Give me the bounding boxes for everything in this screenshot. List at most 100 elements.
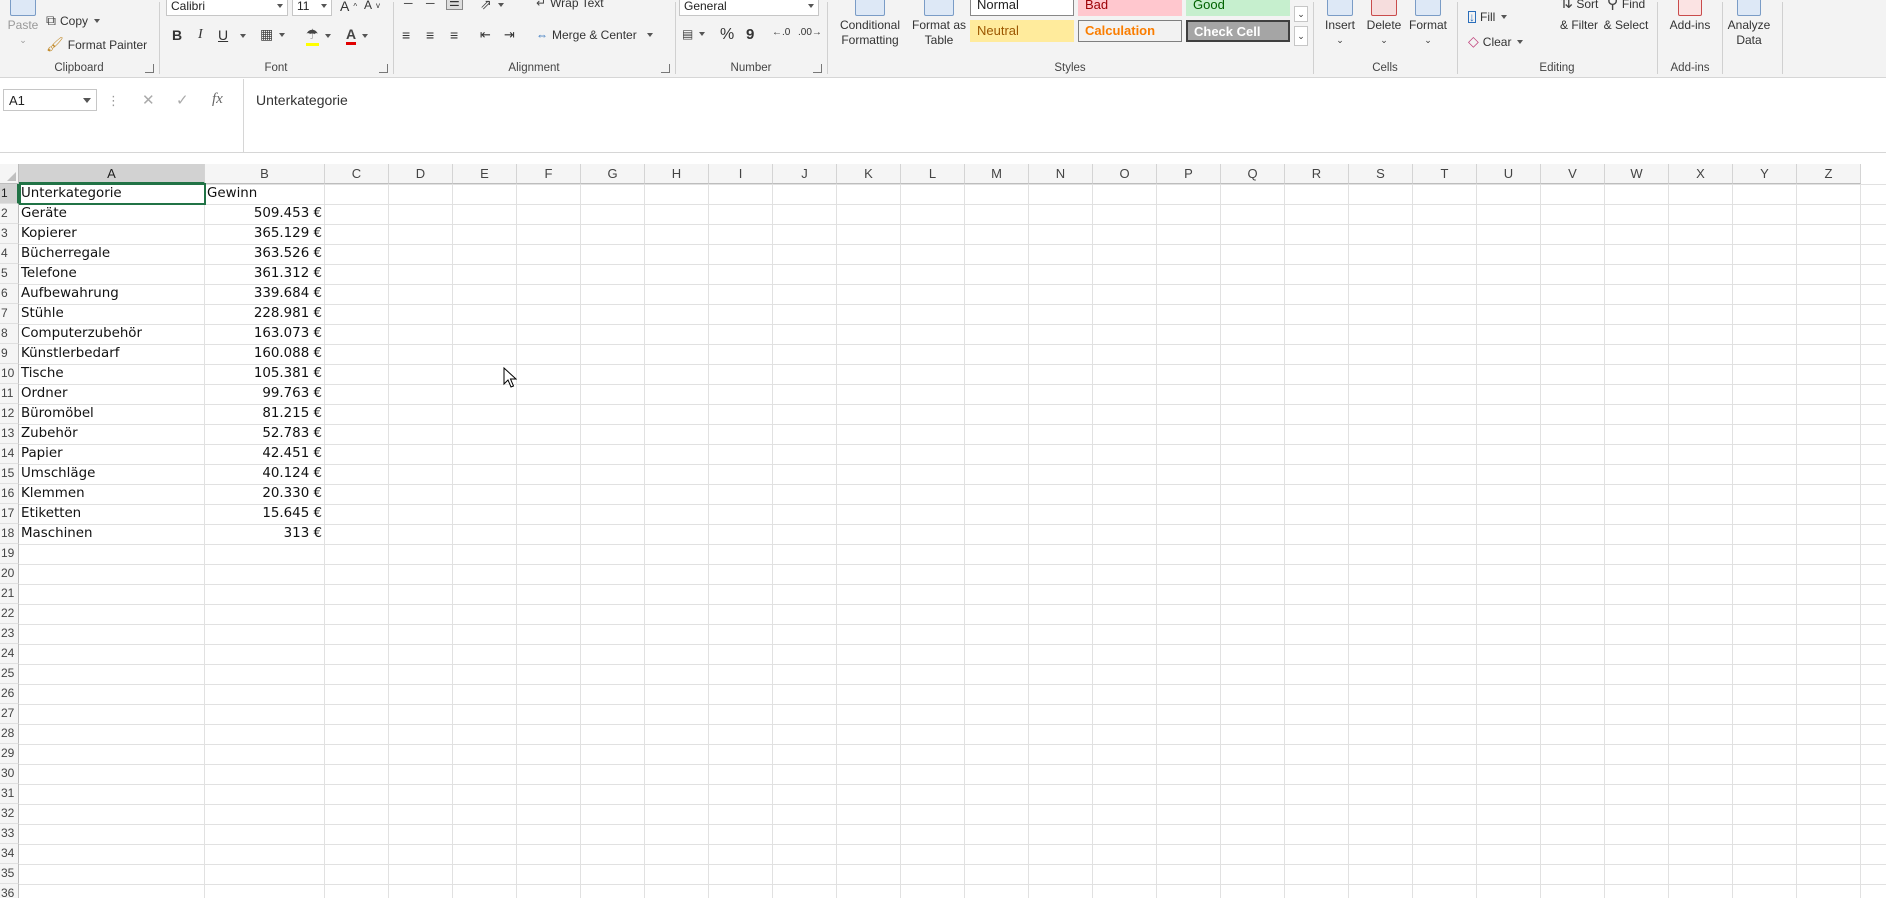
- font-color-button[interactable]: A: [346, 26, 369, 45]
- column-header-b[interactable]: B: [205, 164, 325, 184]
- format-button[interactable]: Format ⌄: [1406, 0, 1450, 48]
- column-header-k[interactable]: K: [837, 164, 901, 184]
- column-header-p[interactable]: P: [1157, 164, 1221, 184]
- row-header-36[interactable]: 36: [0, 884, 19, 898]
- row-header-22[interactable]: 22: [0, 604, 19, 624]
- column-header-y[interactable]: Y: [1733, 164, 1797, 184]
- row-header-25[interactable]: 25: [0, 664, 19, 684]
- column-header-d[interactable]: D: [389, 164, 453, 184]
- cell-a6[interactable]: Aufbewahrung: [19, 284, 204, 304]
- cell-a8[interactable]: Computerzubehör: [19, 324, 204, 344]
- cell-b2[interactable]: 509.453 €: [205, 204, 324, 224]
- column-header-r[interactable]: R: [1285, 164, 1349, 184]
- fill-button[interactable]: ↓ Fill: [1468, 10, 1508, 24]
- row-header-18[interactable]: 18: [0, 524, 19, 544]
- row-header-13[interactable]: 13: [0, 424, 19, 444]
- merge-center-button[interactable]: ⇔ Merge & Center: [536, 28, 653, 42]
- align-left-button[interactable]: ≡: [402, 27, 410, 43]
- row-header-23[interactable]: 23: [0, 624, 19, 644]
- cell-a9[interactable]: Künstlerbedarf: [19, 344, 204, 364]
- row-header-7[interactable]: 7: [0, 304, 19, 324]
- select-all-button[interactable]: [0, 164, 19, 184]
- row-header-31[interactable]: 31: [0, 784, 19, 804]
- middle-align-button[interactable]: ─: [426, 0, 435, 10]
- column-header-n[interactable]: N: [1029, 164, 1093, 184]
- fill-color-button[interactable]: ☂: [306, 26, 331, 46]
- column-header-f[interactable]: F: [517, 164, 581, 184]
- cell-b8[interactable]: 163.073 €: [205, 324, 324, 344]
- underline-dropdown-icon[interactable]: [238, 34, 246, 38]
- italic-button[interactable]: I: [198, 27, 203, 43]
- column-header-i[interactable]: I: [709, 164, 773, 184]
- column-header-c[interactable]: C: [325, 164, 389, 184]
- cell-b14[interactable]: 42.451 €: [205, 444, 324, 464]
- cell-b9[interactable]: 160.088 €: [205, 344, 324, 364]
- column-header-z[interactable]: Z: [1797, 164, 1861, 184]
- row-header-27[interactable]: 27: [0, 704, 19, 724]
- style-normal[interactable]: Normal: [970, 0, 1074, 16]
- cell-b11[interactable]: 99.763 €: [205, 384, 324, 404]
- column-header-o[interactable]: O: [1093, 164, 1157, 184]
- bold-button[interactable]: B: [172, 27, 182, 43]
- column-header-g[interactable]: G: [581, 164, 645, 184]
- cell-a4[interactable]: Bücherregale: [19, 244, 204, 264]
- style-check-cell[interactable]: Check Cell: [1186, 20, 1290, 42]
- row-header-28[interactable]: 28: [0, 724, 19, 744]
- row-header-16[interactable]: 16: [0, 484, 19, 504]
- row-header-3[interactable]: 3: [0, 224, 19, 244]
- addins-button[interactable]: Add-ins: [1662, 0, 1718, 33]
- row-header-17[interactable]: 17: [0, 504, 19, 524]
- cell-b16[interactable]: 20.330 €: [205, 484, 324, 504]
- cell-b17[interactable]: 15.645 €: [205, 504, 324, 524]
- cell-b4[interactable]: 363.526 €: [205, 244, 324, 264]
- cell-a13[interactable]: Zubehör: [19, 424, 204, 444]
- row-header-29[interactable]: 29: [0, 744, 19, 764]
- row-header-14[interactable]: 14: [0, 444, 19, 464]
- cell-a10[interactable]: Tische: [19, 364, 204, 384]
- name-box[interactable]: A1: [3, 89, 97, 111]
- style-bad[interactable]: Bad: [1078, 0, 1182, 16]
- column-header-j[interactable]: J: [773, 164, 837, 184]
- font-size-select[interactable]: 11: [292, 0, 332, 16]
- font-name-select[interactable]: Calibri: [166, 0, 288, 16]
- cell-a16[interactable]: Klemmen: [19, 484, 204, 504]
- cell-b3[interactable]: 365.129 €: [205, 224, 324, 244]
- column-header-u[interactable]: U: [1477, 164, 1541, 184]
- row-header-8[interactable]: 8: [0, 324, 19, 344]
- cell-b1[interactable]: Gewinn: [205, 184, 324, 204]
- style-good[interactable]: Good: [1186, 0, 1290, 16]
- top-align-button[interactable]: ─: [404, 0, 413, 10]
- worksheet-grid[interactable]: ABCDEFGHIJKLMNOPQRSTUVWXYZ 1 2 3 4 5 6 7 8 9 10 11…: [0, 164, 1886, 898]
- row-header-5[interactable]: 5: [0, 264, 19, 284]
- alignment-launcher-icon[interactable]: [661, 64, 670, 73]
- cell-a15[interactable]: Umschläge: [19, 464, 204, 484]
- find-select-button[interactable]: ⚲ Find & Select: [1602, 0, 1650, 33]
- borders-button[interactable]: ▦: [260, 26, 286, 43]
- cell-a5[interactable]: Telefone: [19, 264, 204, 284]
- copy-button[interactable]: ⧉ Copy: [46, 12, 101, 29]
- percent-button[interactable]: %: [720, 26, 734, 44]
- cell-b18[interactable]: 313 €: [205, 524, 324, 544]
- confirm-entry-icon[interactable]: ✓: [176, 91, 189, 109]
- comma-style-button[interactable]: 9: [746, 26, 754, 43]
- row-header-26[interactable]: 26: [0, 684, 19, 704]
- align-center-button[interactable]: ≡: [426, 27, 434, 43]
- cell-b5[interactable]: 361.312 €: [205, 264, 324, 284]
- column-header-q[interactable]: Q: [1221, 164, 1285, 184]
- row-header-11[interactable]: 11: [0, 384, 19, 404]
- cell-a3[interactable]: Kopierer: [19, 224, 204, 244]
- cell-a7[interactable]: Stühle: [19, 304, 204, 324]
- number-launcher-icon[interactable]: [813, 64, 822, 73]
- grow-font-button[interactable]: A ^: [340, 0, 357, 14]
- decrease-indent-button[interactable]: ⇤: [480, 27, 491, 43]
- underline-button[interactable]: U: [218, 27, 228, 43]
- row-header-34[interactable]: 34: [0, 844, 19, 864]
- orientation-button[interactable]: ⇗: [480, 0, 504, 13]
- format-as-table-button[interactable]: Format as Table: [908, 0, 970, 48]
- column-header-s[interactable]: S: [1349, 164, 1413, 184]
- format-painter-button[interactable]: 🖌 Format Painter: [46, 36, 147, 53]
- cell-b10[interactable]: 105.381 €: [205, 364, 324, 384]
- cell-a12[interactable]: Büromöbel: [19, 404, 204, 424]
- row-header-32[interactable]: 32: [0, 804, 19, 824]
- column-header-h[interactable]: H: [645, 164, 709, 184]
